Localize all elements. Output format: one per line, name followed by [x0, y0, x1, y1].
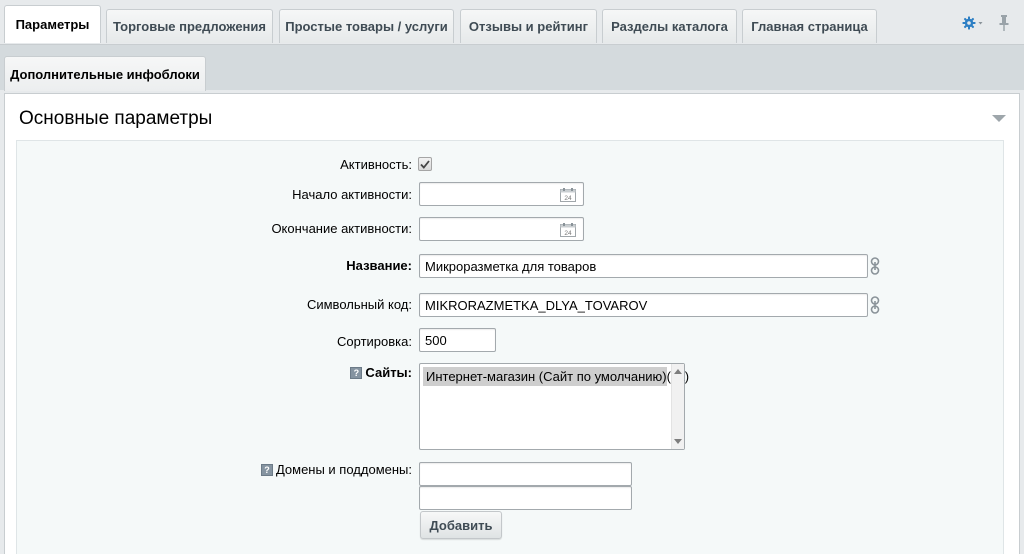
checkmark-icon — [420, 159, 430, 169]
calendar-icon[interactable]: 24 — [560, 223, 576, 237]
name-label: Название: — [346, 258, 412, 273]
calendar-icon[interactable]: 24 — [560, 188, 576, 202]
domains-label: Домены и поддомены: — [275, 462, 412, 477]
code-label: Символьный код: — [306, 297, 412, 312]
triangle-down-icon[interactable] — [991, 112, 1007, 122]
sort-input[interactable] — [419, 328, 496, 352]
help-icon[interactable]: ? — [260, 464, 273, 476]
tab-bar-secondary: Дополнительные инфоблоки — [0, 44, 1024, 91]
tab-bar-primary: Параметры Торговые предложения Простые т… — [0, 0, 1024, 44]
sites-label: Сайты: — [365, 365, 412, 380]
active-from-label: Начало активности: — [292, 187, 412, 202]
tab-simple-goods[interactable]: Простые товары / услуги — [279, 9, 454, 43]
link-icon[interactable] — [870, 296, 880, 314]
tab-main-page[interactable]: Главная страница — [742, 9, 877, 43]
svg-text:24: 24 — [564, 230, 572, 237]
name-input[interactable] — [419, 254, 868, 278]
section-title: Основные параметры — [19, 108, 213, 129]
scroll-down-icon[interactable] — [674, 439, 682, 444]
domain-input-1[interactable] — [419, 462, 632, 486]
active-to-label: Окончание активности: — [271, 221, 412, 236]
active-label: Активность: — [340, 157, 412, 172]
domain-input-2[interactable] — [419, 486, 632, 510]
toolbar-icons — [962, 14, 1010, 32]
add-domain-button[interactable]: Добавить — [420, 511, 502, 539]
svg-text:24: 24 — [564, 195, 572, 202]
domains-label-wrap: ? Домены и поддомены: — [260, 462, 412, 477]
pin-icon[interactable] — [998, 14, 1010, 32]
sort-label: Сортировка: — [337, 334, 412, 349]
tab-additional-infoblocks[interactable]: Дополнительные инфоблоки — [4, 56, 206, 91]
help-icon[interactable]: ? — [350, 367, 363, 379]
link-icon[interactable] — [870, 257, 880, 275]
tab-catalog-sections[interactable]: Разделы каталога — [602, 9, 737, 43]
gear-icon[interactable] — [962, 15, 984, 31]
code-input[interactable] — [419, 293, 868, 317]
label-column: Активность: Начало активности: Окончание… — [17, 141, 412, 554]
active-checkbox[interactable] — [418, 157, 432, 171]
sites-label-wrap: ? Сайты: — [350, 365, 412, 380]
scroll-up-icon[interactable] — [674, 369, 682, 374]
sites-listbox[interactable]: Интернет-магазин (Сайт по умолчанию)(s1) — [419, 363, 689, 450]
tab-trade-offers[interactable]: Торговые предложения — [106, 9, 273, 43]
tab-reviews-rating[interactable]: Отзывы и рейтинг — [460, 9, 597, 43]
sites-option[interactable]: Интернет-магазин (Сайт по умолчанию)(s1) — [423, 367, 689, 386]
main-panel: Основные параметры Активность: Начало ак… — [4, 93, 1020, 554]
tab-parameters[interactable]: Параметры — [4, 5, 101, 43]
scrollbar[interactable] — [671, 364, 684, 449]
form-area: Активность: Начало активности: Окончание… — [16, 140, 1004, 554]
